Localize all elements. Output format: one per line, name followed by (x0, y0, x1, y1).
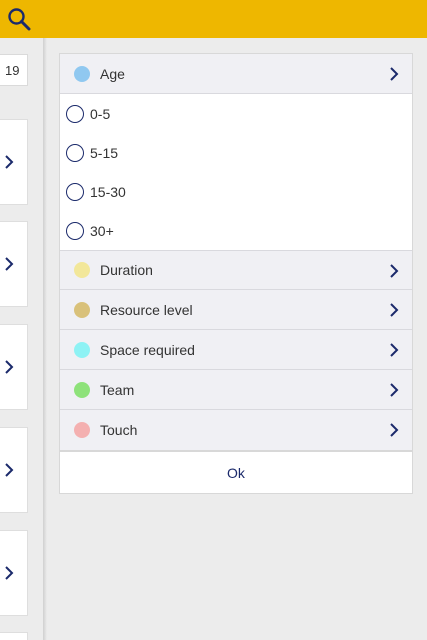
ok-button[interactable]: Ok (59, 450, 413, 494)
chevron-right-icon (5, 463, 14, 477)
result-count: 19 (0, 54, 28, 86)
filter-category-duration[interactable]: Duration (60, 250, 412, 290)
filter-category-resource-level[interactable]: Resource level (60, 290, 412, 330)
list-card[interactable] (0, 324, 28, 410)
age-option[interactable]: 0-5 (60, 94, 412, 133)
chevron-right-icon (390, 67, 399, 81)
search-icon (8, 8, 31, 31)
filter-category-label: Touch (100, 422, 138, 438)
filter-category-label: Duration (100, 262, 153, 278)
team-color-dot (74, 381, 90, 398)
radio-button[interactable] (66, 221, 84, 240)
filter-category-touch[interactable]: Touch (60, 410, 412, 450)
option-label: 5-15 (90, 144, 119, 161)
space-required-color-dot (74, 341, 90, 358)
radio-button[interactable] (66, 143, 84, 162)
option-label: 0-5 (90, 105, 111, 122)
filter-category-age[interactable]: Age (60, 54, 412, 94)
touch-color-dot (74, 422, 90, 438)
age-options: 0-5 5-15 15-30 30+ (60, 94, 412, 250)
filter-category-space-required[interactable]: Space required (60, 330, 412, 370)
filter-category-label: Space required (100, 341, 195, 358)
filter-panel: Age 0-5 5-15 15-30 30+ Duration Resource… (59, 53, 413, 451)
list-card[interactable] (0, 530, 28, 616)
option-label: 30+ (90, 222, 114, 239)
radio-button[interactable] (66, 104, 84, 123)
age-option[interactable]: 15-30 (60, 172, 412, 211)
search-button[interactable] (0, 0, 38, 38)
filter-category-team[interactable]: Team (60, 370, 412, 410)
result-count-value: 19 (5, 62, 20, 78)
filter-category-label: Team (100, 381, 135, 398)
list-card[interactable] (0, 119, 28, 205)
radio-button[interactable] (66, 182, 84, 201)
list-card[interactable] (0, 427, 28, 513)
chevron-right-icon (390, 383, 399, 397)
option-label: 15-30 (90, 183, 126, 200)
chevron-right-icon (390, 303, 399, 317)
age-option[interactable]: 5-15 (60, 133, 412, 172)
resource-level-color-dot (74, 301, 90, 318)
age-color-dot (74, 65, 90, 82)
chevron-right-icon (5, 360, 14, 374)
chevron-right-icon (5, 566, 14, 580)
list-card[interactable] (0, 632, 28, 640)
chevron-right-icon (5, 257, 14, 271)
top-app-bar (0, 0, 427, 38)
chevron-right-icon (390, 264, 399, 278)
drawer-shadow (43, 38, 47, 640)
ok-button-label: Ok (227, 464, 245, 481)
duration-color-dot (74, 262, 90, 278)
chevron-right-icon (390, 423, 399, 437)
filter-category-label: Resource level (100, 301, 193, 318)
list-card[interactable] (0, 221, 28, 307)
chevron-right-icon (5, 155, 14, 169)
chevron-right-icon (390, 343, 399, 357)
filter-category-label: Age (100, 65, 125, 82)
age-option[interactable]: 30+ (60, 211, 412, 250)
